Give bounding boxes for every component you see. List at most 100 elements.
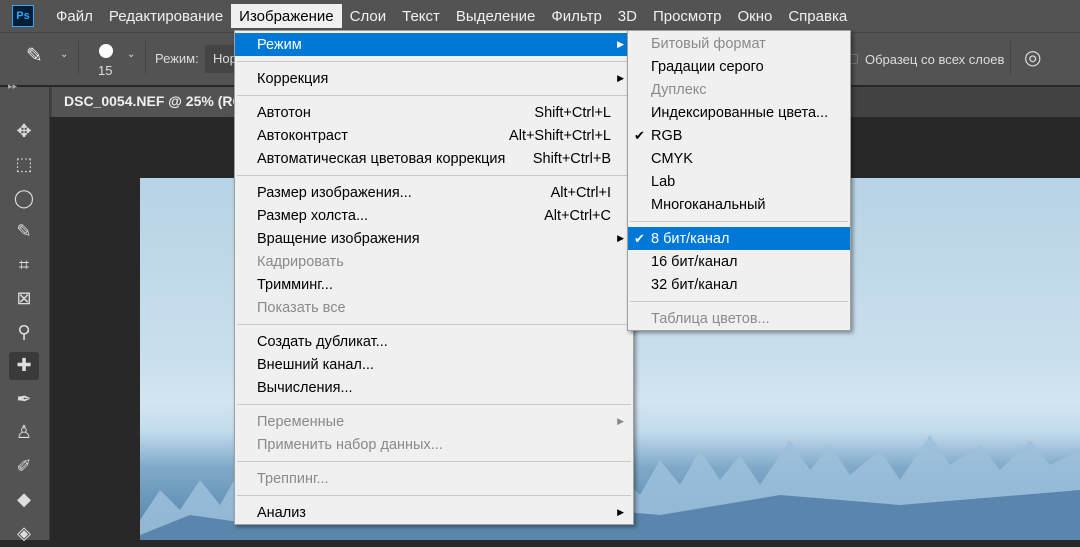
- check-icon: ✔: [634, 127, 645, 143]
- menu-0[interactable]: Файл: [48, 4, 101, 28]
- menu-4[interactable]: Текст: [394, 4, 448, 28]
- healing-brush-preset-icon[interactable]: ✎: [26, 43, 43, 68]
- menu-item[interactable]: ✔ 8 бит/канал: [628, 227, 850, 250]
- menu-item: Показать все: [235, 296, 633, 319]
- menu-item[interactable]: ✔ RGB: [628, 124, 850, 147]
- shortcut: Alt+Ctrl+I: [550, 184, 611, 201]
- mode-submenu: Битовый формат Градации серого Дуплекс Инде…: [627, 30, 851, 331]
- brush-tool-icon[interactable]: ✒: [9, 385, 39, 413]
- shortcut: Shift+Ctrl+B: [532, 150, 611, 167]
- menu-item[interactable]: Внешний канал...: [235, 353, 633, 376]
- menu-1[interactable]: Редактирование: [101, 4, 231, 28]
- menu-5[interactable]: Выделение: [448, 4, 543, 28]
- menu-10[interactable]: Справка: [780, 4, 855, 28]
- menu-item[interactable]: Вычисления...: [235, 376, 633, 399]
- check-icon: ✔: [634, 230, 645, 246]
- history-brush-tool-icon[interactable]: ✐: [9, 452, 39, 480]
- menu-item[interactable]: Градации серого: [628, 55, 850, 78]
- menu-item[interactable]: Автоконтраст Alt+Shift+Ctrl+L: [235, 124, 633, 147]
- shortcut: Shift+Ctrl+L: [534, 104, 611, 121]
- marquee-tool-icon[interactable]: ⬚: [9, 151, 39, 179]
- menu-9[interactable]: Окно: [729, 4, 780, 28]
- menu-item-label: RGB: [651, 127, 683, 144]
- menu-item-label: Анализ: [257, 504, 306, 521]
- menu-separator: [235, 90, 633, 101]
- chevron-down-icon[interactable]: ⌄: [60, 49, 68, 60]
- menu-8[interactable]: Просмотр: [645, 4, 730, 28]
- lasso-tool-icon[interactable]: ◯: [9, 184, 39, 212]
- menu-item[interactable]: 32 бит/канал: [628, 273, 850, 296]
- menu-item: Применить набор данных...: [235, 433, 633, 456]
- menu-item-label: Битовый формат: [651, 35, 766, 52]
- menu-separator: [235, 319, 633, 330]
- menu-item: Дуплекс: [628, 78, 850, 101]
- menu-item: Треппинг...: [235, 467, 633, 490]
- menu-item: Таблица цветов...: [628, 307, 850, 330]
- menu-item-label: Тримминг...: [257, 276, 333, 293]
- menu-item[interactable]: Коррекция ▶: [235, 67, 633, 90]
- menu-item-label: 16 бит/канал: [651, 253, 738, 270]
- shortcut: Alt+Shift+Ctrl+L: [509, 127, 611, 144]
- frame-tool-icon[interactable]: ⊠: [9, 285, 39, 313]
- brush-preview-icon[interactable]: [99, 44, 113, 58]
- submenu-arrow-icon: ▶: [617, 39, 624, 49]
- eyedropper-tool-icon[interactable]: ⚲: [9, 318, 39, 346]
- menu-item[interactable]: Анализ ▶: [235, 501, 633, 524]
- menu-item[interactable]: Размер холста... Alt+Ctrl+C: [235, 204, 633, 227]
- menu-bar: Ps Файл Редактирование Изображение Слои Текс…: [0, 0, 1080, 32]
- menu-item[interactable]: Тримминг...: [235, 273, 633, 296]
- menu-6[interactable]: Фильтр: [543, 4, 609, 28]
- diffusion-target-icon[interactable]: ◎: [1024, 45, 1041, 70]
- menu-item-label: Применить набор данных...: [257, 436, 443, 453]
- menu-item-label: Размер холста...: [257, 207, 369, 224]
- photoshop-logo: Ps: [12, 5, 34, 27]
- menu-item-label: 8 бит/канал: [651, 230, 730, 247]
- menu-item-label: Вычисления...: [257, 379, 353, 396]
- clone-stamp-tool-icon[interactable]: ♙: [9, 419, 39, 447]
- menu-item-label: Треппинг...: [257, 470, 329, 487]
- chevron-down-icon[interactable]: ⌄: [127, 49, 135, 60]
- menu-item-label: Размер изображения...: [257, 184, 412, 201]
- menu-separator: [235, 170, 633, 181]
- menu-3[interactable]: Слои: [342, 4, 394, 28]
- menu-item-label: Автотон: [257, 104, 311, 121]
- sample-all-label: Образец со всех слоев: [865, 52, 1005, 67]
- menu-7[interactable]: 3D: [610, 4, 645, 28]
- menu-item[interactable]: Автоматическая цветовая коррекция Shift+C…: [235, 147, 633, 170]
- menu-item[interactable]: Автотон Shift+Ctrl+L: [235, 101, 633, 124]
- menu-item[interactable]: Создать дубликат...: [235, 330, 633, 353]
- menu-item[interactable]: Режим ▶: [235, 33, 633, 56]
- submenu-arrow-icon: ▶: [617, 233, 624, 243]
- menu-item[interactable]: Вращение изображения ▶: [235, 227, 633, 250]
- menu-separator: [235, 56, 633, 67]
- menu-item-label: Многоканальный: [651, 196, 766, 213]
- menu-separator: [235, 399, 633, 410]
- submenu-arrow-icon: ▶: [617, 507, 624, 517]
- menu-item-label: Таблица цветов...: [651, 310, 770, 327]
- menu-item-label: Кадрировать: [257, 253, 344, 270]
- menu-item-label: Автоматическая цветовая коррекция: [257, 150, 506, 167]
- menu-item-label: Вращение изображения: [257, 230, 420, 247]
- menu-item-label: CMYK: [651, 150, 693, 167]
- menu-item: Битовый формат: [628, 32, 850, 55]
- menu-item[interactable]: CMYK: [628, 147, 850, 170]
- menu-item: Переменные ▶: [235, 410, 633, 433]
- eraser-tool-icon[interactable]: ◆: [9, 486, 39, 514]
- menu-item[interactable]: Многоканальный: [628, 193, 850, 216]
- menu-item[interactable]: Lab: [628, 170, 850, 193]
- paint-bucket-tool-icon[interactable]: ◈: [9, 519, 39, 547]
- healing-brush-tool-icon[interactable]: ✚: [9, 351, 39, 380]
- document-tab[interactable]: DSC_0054.NEF @ 25% (RGB/8): [52, 87, 252, 117]
- menu-item-label: Индексированные цвета...: [651, 104, 829, 121]
- menu-item[interactable]: 16 бит/канал: [628, 250, 850, 273]
- menu-item-label: Градации серого: [651, 58, 764, 75]
- menu-item-label: Автоконтраст: [257, 127, 348, 144]
- menu-item-label: Режим: [257, 36, 302, 53]
- menu-item[interactable]: Размер изображения... Alt+Ctrl+I: [235, 181, 633, 204]
- quick-select-tool-icon[interactable]: ✎: [9, 218, 39, 246]
- move-tool-icon[interactable]: ✥: [9, 117, 39, 145]
- menu-item[interactable]: Индексированные цвета...: [628, 101, 850, 124]
- submenu-arrow-icon: ▶: [617, 416, 624, 426]
- crop-tool-icon[interactable]: ⌗: [9, 251, 39, 279]
- menu-2[interactable]: Изображение: [231, 4, 342, 28]
